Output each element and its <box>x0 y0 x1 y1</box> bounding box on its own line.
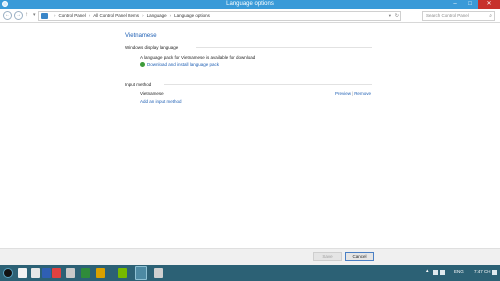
show-hidden-icons-icon[interactable]: ▴ <box>426 268 429 274</box>
volume-icon[interactable] <box>440 270 445 275</box>
language-heading: Vietnamese <box>125 33 157 39</box>
back-button[interactable]: ← <box>3 11 12 20</box>
window-title: Language options <box>226 1 274 7</box>
input-method-section-title: Input method <box>125 82 152 87</box>
search-icon[interactable]: ⌕ <box>489 12 492 20</box>
shield-icon <box>140 62 145 67</box>
breadcrumb-language-options[interactable]: Language options <box>174 13 210 18</box>
taskbar-app-icon[interactable] <box>81 268 90 278</box>
notification-icon[interactable] <box>492 270 497 275</box>
breadcrumb: › Control Panel › All Control Panel Items › L… <box>51 12 210 20</box>
network-icon[interactable] <box>433 270 438 275</box>
input-method-actions: Preview|Remove <box>335 91 371 96</box>
breadcrumb-separator[interactable]: › <box>170 13 172 18</box>
language-pack-info: A language pack for Vietnamese is availa… <box>140 55 256 60</box>
taskbar-app-icon[interactable] <box>31 268 40 278</box>
breadcrumb-control-panel[interactable]: Control Panel <box>59 13 86 18</box>
taskbar-app-icon[interactable] <box>18 268 27 278</box>
taskbar: ▴ ENG 7:47 CH <box>0 265 500 281</box>
up-button[interactable]: ↑ <box>25 11 28 20</box>
main-content: Vietnamese Windows display language A la… <box>0 24 500 248</box>
taskbar-app-icon[interactable] <box>42 268 51 278</box>
recent-locations-icon[interactable]: ▾ <box>33 12 36 19</box>
breadcrumb-all-items[interactable]: All Control Panel Items <box>93 13 139 18</box>
close-button[interactable]: ✕ <box>478 0 500 9</box>
clock[interactable]: 7:47 CH <box>474 269 491 274</box>
control-panel-taskbar-icon[interactable] <box>135 266 147 280</box>
display-language-section-title: Windows display language <box>125 45 179 50</box>
cancel-button[interactable]: Cancel <box>345 252 374 261</box>
search-box[interactable]: Search Control Panel ⌕ <box>422 11 495 21</box>
input-language-indicator[interactable]: ENG <box>454 269 464 274</box>
taskbar-app-icon[interactable] <box>118 268 127 278</box>
add-input-method-link[interactable]: Add an input method <box>140 99 182 104</box>
footer-bar: Save Cancel <box>0 248 500 265</box>
taskbar-app-icon[interactable] <box>154 268 163 278</box>
taskbar-app-icon[interactable] <box>96 268 105 278</box>
breadcrumb-separator: › <box>54 13 56 18</box>
search-input[interactable]: Search Control Panel <box>426 12 469 20</box>
title-bar: Language options – □ ✕ <box>0 0 500 9</box>
address-bar[interactable]: › Control Panel › All Control Panel Items › L… <box>38 11 401 21</box>
refresh-icon[interactable]: ↻ <box>395 12 399 20</box>
breadcrumb-separator[interactable]: › <box>142 13 144 18</box>
section-divider <box>196 47 372 48</box>
save-button[interactable]: Save <box>313 252 342 261</box>
download-language-pack-link[interactable]: Download and install language pack <box>147 62 219 67</box>
section-divider <box>164 84 372 85</box>
input-method-name: Vietnamese <box>140 91 164 96</box>
action-separator: | <box>352 91 354 96</box>
address-dropdown-icon[interactable]: ▾ <box>389 12 391 20</box>
maximize-button[interactable]: □ <box>463 0 477 9</box>
start-icon[interactable] <box>3 268 13 278</box>
preview-link[interactable]: Preview <box>335 91 351 96</box>
remove-link[interactable]: Remove <box>354 91 371 96</box>
breadcrumb-language[interactable]: Language <box>147 13 167 18</box>
taskbar-app-icon[interactable] <box>66 268 75 278</box>
breadcrumb-separator[interactable]: › <box>89 13 91 18</box>
taskbar-app-icon[interactable] <box>52 268 61 278</box>
minimize-button[interactable]: – <box>448 0 462 9</box>
forward-button[interactable]: → <box>14 11 23 20</box>
navigation-bar: ← → ▾ ↑ › Control Panel › All Control Panel… <box>0 9 500 23</box>
control-panel-folder-icon <box>41 13 48 19</box>
